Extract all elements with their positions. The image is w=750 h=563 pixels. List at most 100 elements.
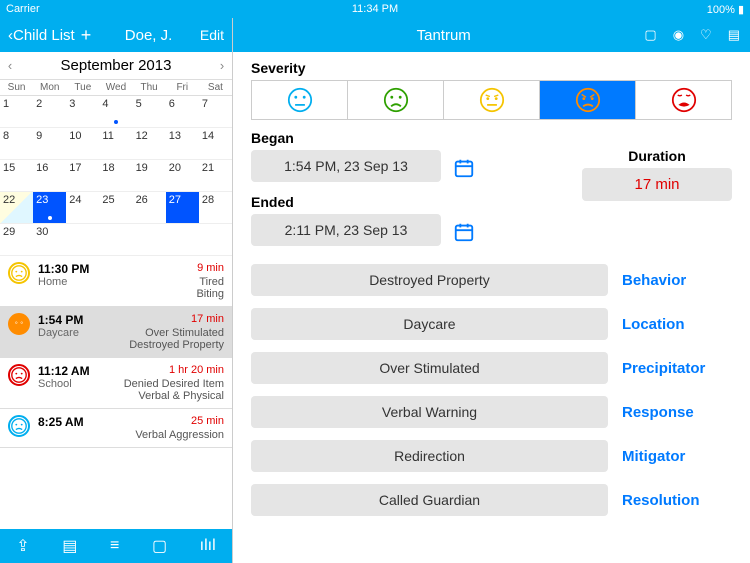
calendar-day[interactable]: 21 [199,160,232,191]
folder-icon[interactable]: ▢ [644,27,656,43]
event-tag: Tired [199,276,224,288]
calendar-day[interactable]: 27 [166,192,199,223]
category-row: Redirection Mitigator [251,440,732,472]
calendar-day[interactable]: 13 [166,128,199,159]
calendar-day[interactable]: 26 [133,192,166,223]
category-value[interactable]: Redirection [251,440,608,472]
day-of-week-row: SunMonTueWedThuFriSat [0,80,232,96]
calendar-day[interactable]: 29 [0,224,33,255]
calendar-day[interactable]: 1 [0,96,33,127]
notes-icon[interactable]: ▤ [62,536,77,556]
category-label[interactable]: Response [622,404,732,421]
battery-label: 100% ▮ [707,3,744,16]
calendar-day[interactable]: 19 [133,160,166,191]
child-name: Doe, J. [97,27,200,44]
add-button[interactable]: + [81,25,92,46]
event-time: 11:12 AM [38,364,90,378]
calendar-day[interactable]: 7 [199,96,232,127]
calendar-day[interactable]: 2 [33,96,66,127]
event-tag: Denied Desired Item [124,378,224,390]
event-row[interactable]: 11:12 AM1 hr 20 min SchoolDenied Desired… [0,358,232,409]
status-bar: Carrier 11:34 PM 100% ▮ [0,0,750,18]
category-value[interactable]: Called Guardian [251,484,608,516]
category-value[interactable]: Over Stimulated [251,352,608,384]
began-value[interactable]: 1:54 PM, 23 Sep 13 [251,150,441,182]
dow-label: Mon [33,80,66,95]
calendar-day[interactable]: 25 [99,192,132,223]
right-header: Tantrum ▢ ◉ ♡ ▤ [233,18,750,52]
category-row: Called Guardian Resolution [251,484,732,516]
category-label[interactable]: Behavior [622,272,732,289]
calendar-icon[interactable] [453,157,475,179]
severity-selector [251,80,732,120]
category-value[interactable]: Daycare [251,308,608,340]
calendar-day[interactable]: 16 [33,160,66,191]
event-row[interactable]: 11:30 PM9 min HomeTired Biting [0,256,232,307]
event-tag: Biting [196,288,224,300]
prev-month[interactable]: ‹ [0,58,20,73]
heart-icon[interactable]: ♡ [700,27,712,43]
edit-button[interactable]: Edit [200,27,224,43]
began-label: Began [251,130,572,146]
calendar-day[interactable] [166,224,199,255]
event-face-icon [8,415,30,437]
ended-value[interactable]: 2:11 PM, 23 Sep 13 [251,214,441,246]
event-row[interactable]: 1:54 PM17 min DaycareOver Stimulated Des… [0,307,232,358]
calendar-day[interactable]: 9 [33,128,66,159]
category-label[interactable]: Resolution [622,492,732,509]
event-face-icon [8,313,30,335]
calendar-day[interactable] [66,224,99,255]
back-button[interactable]: ‹ Child List [8,27,75,44]
stats-icon[interactable]: ılıl [200,537,216,555]
calendar-day[interactable] [199,224,232,255]
calendar-day[interactable]: 28 [199,192,232,223]
share-icon[interactable]: ⇪ [16,536,29,556]
calendar-day[interactable]: 30 [33,224,66,255]
severity-3[interactable] [444,81,540,119]
calendar-day[interactable]: 5 [133,96,166,127]
severity-1[interactable] [252,81,348,119]
list-icon[interactable]: ≡ [110,537,119,555]
event-face-icon [8,364,30,386]
calendar-grid: 1234567891011121314151617181920212223242… [0,96,232,256]
calendar-day[interactable]: 14 [199,128,232,159]
calendar-day[interactable] [99,224,132,255]
dow-label: Sun [0,80,33,95]
severity-5[interactable] [636,81,731,119]
calendar-day[interactable]: 24 [66,192,99,223]
event-tag: Verbal Aggression [135,429,224,441]
calendar-day[interactable]: 17 [66,160,99,191]
camera-icon[interactable]: ◉ [673,27,684,43]
severity-2[interactable] [348,81,444,119]
calendar-day[interactable]: 23 [33,192,66,223]
event-row[interactable]: 8:25 AM25 min Verbal Aggression [0,409,232,448]
calendar-day[interactable]: 10 [66,128,99,159]
calendar-day[interactable]: 8 [0,128,33,159]
calendar-day[interactable] [133,224,166,255]
event-time: 1:54 PM [38,313,83,327]
event-duration: 25 min [191,415,224,429]
calendar-day[interactable]: 4 [99,96,132,127]
event-duration: 9 min [197,262,224,276]
calendar-day[interactable]: 12 [133,128,166,159]
severity-4[interactable] [540,81,636,119]
month-title: September 2013 [20,57,212,74]
category-value[interactable]: Verbal Warning [251,396,608,428]
category-label[interactable]: Location [622,316,732,333]
event-time: 11:30 PM [38,262,89,276]
calendar-icon[interactable] [453,221,475,243]
calendar-day[interactable]: 15 [0,160,33,191]
calendar-day[interactable]: 6 [166,96,199,127]
dow-label: Tue [66,80,99,95]
next-month[interactable]: › [212,58,232,73]
calendar-day[interactable]: 3 [66,96,99,127]
calendar-day[interactable]: 22 [0,192,33,223]
category-value[interactable]: Destroyed Property [251,264,608,296]
category-label[interactable]: Mitigator [622,448,732,465]
calendar-day[interactable]: 18 [99,160,132,191]
folder-icon[interactable]: ▢ [152,536,167,556]
notes-icon[interactable]: ▤ [728,27,740,43]
calendar-day[interactable]: 11 [99,128,132,159]
calendar-day[interactable]: 20 [166,160,199,191]
category-label[interactable]: Precipitator [622,360,732,377]
